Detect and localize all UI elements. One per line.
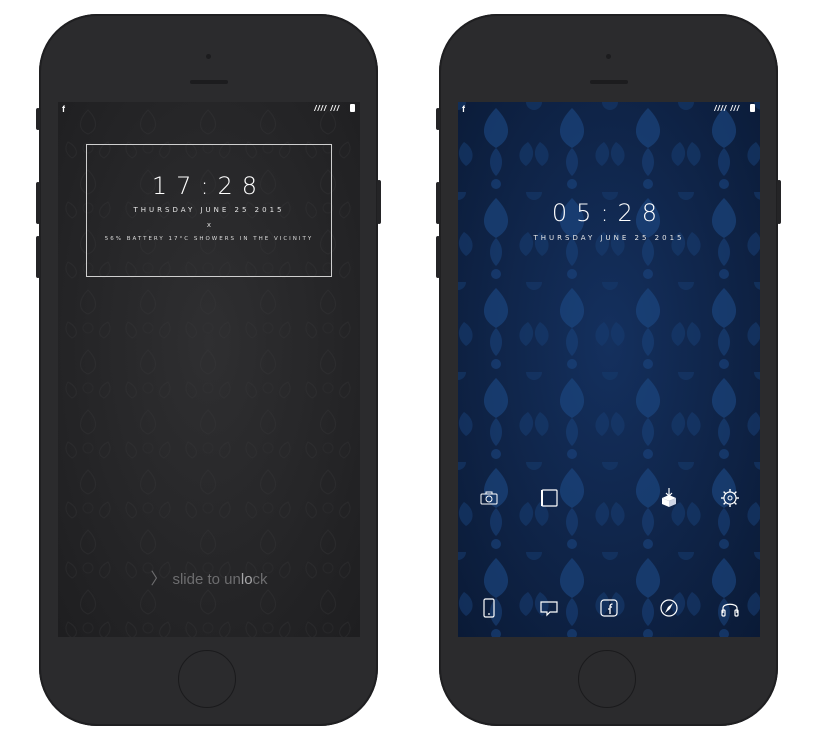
power-button: [777, 180, 781, 224]
settings-gear-icon[interactable]: [719, 487, 741, 509]
power-button: [377, 180, 381, 224]
battery-icon: [750, 104, 755, 112]
volume-up-button: [436, 182, 440, 224]
clock-separator: x: [206, 221, 212, 229]
damask-pattern-background: [458, 102, 760, 637]
volume-down-button: [436, 236, 440, 278]
clock-widget: 17:28 THURSDAY JUNE 25 2015 x 56% BATTER…: [86, 144, 332, 277]
clock-time: 17:28: [151, 172, 267, 200]
home-screen: f //// /// 05:28 THURSDAY JUNE 25 2015: [458, 102, 760, 637]
left-phone: f //// /// 17:28 THURSDAY JUNE 25 2015 x…: [36, 14, 381, 726]
facebook-icon[interactable]: [598, 597, 620, 619]
right-phone: f //// /// 05:28 THURSDAY JUNE 25 2015: [436, 14, 781, 726]
facebook-status-icon: f: [62, 104, 65, 114]
facebook-status-icon: f: [462, 104, 465, 114]
cydia-box-icon[interactable]: [658, 487, 680, 509]
front-camera: [206, 54, 211, 59]
status-bar: f //// ///: [58, 102, 360, 116]
front-camera: [606, 54, 611, 59]
chevron-right-icon: 〉: [150, 571, 167, 588]
camera-icon[interactable]: [478, 487, 500, 509]
clock-time: 05:28: [551, 199, 667, 227]
slide-to-unlock[interactable]: 〉 slide to unlock: [58, 565, 360, 589]
home-button[interactable]: [578, 650, 636, 708]
slide-text-prefix: slide to un: [172, 571, 241, 588]
earpiece-speaker: [190, 80, 228, 84]
slide-text-suffix: ck: [252, 571, 268, 588]
mute-switch: [36, 108, 40, 130]
notes-icon[interactable]: [538, 487, 560, 509]
music-headphones-icon[interactable]: [719, 597, 741, 619]
status-bar: f //// ///: [458, 102, 760, 116]
clock-date: THURSDAY JUNE 25 2015: [133, 206, 285, 214]
volume-down-button: [36, 236, 40, 278]
home-button[interactable]: [178, 650, 236, 708]
phone-icon[interactable]: [478, 597, 500, 619]
safari-compass-icon[interactable]: [658, 597, 680, 619]
weather-battery-info: 56% BATTERY 17°C SHOWERS IN THE VICINITY: [104, 236, 314, 242]
clock-date: THURSDAY JUNE 25 2015: [533, 234, 685, 242]
mute-switch: [436, 108, 440, 130]
earpiece-speaker: [590, 80, 628, 84]
lock-screen: f //// /// 17:28 THURSDAY JUNE 25 2015 x…: [58, 102, 360, 637]
signal-indicator: //// ///: [314, 104, 340, 113]
signal-indicator: //// ///: [714, 104, 740, 113]
messages-icon[interactable]: [538, 597, 560, 619]
battery-icon: [350, 104, 355, 112]
volume-up-button: [36, 182, 40, 224]
slide-text-highlight: lo: [240, 571, 253, 588]
